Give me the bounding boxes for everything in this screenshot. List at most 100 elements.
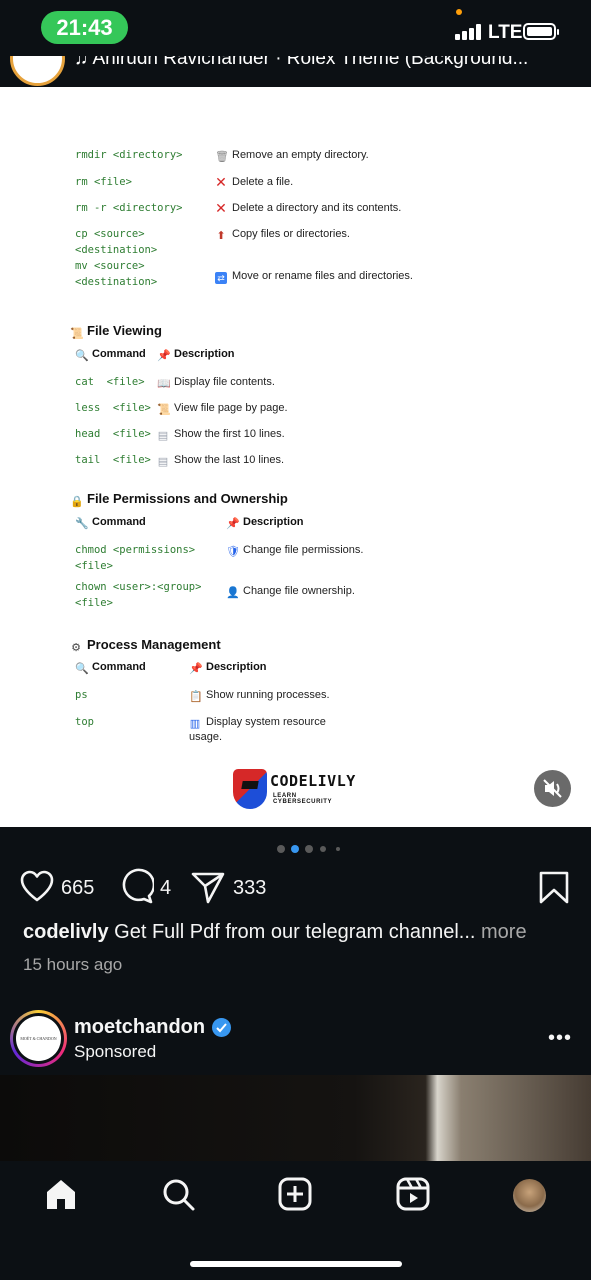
clipboard-icon: 📋 [189,691,203,703]
lock-icon: 🔒 [70,496,84,508]
command-text: chown <user>:<group> <file> [75,581,202,609]
music-track: Anirudh Ravichander · Rolex Theme (Backg… [92,56,529,69]
magnifier-icon: 🔍 [75,350,89,362]
like-count: 665 [61,877,95,899]
command-text: cat <file> [75,376,145,388]
carousel-dot [320,846,326,852]
battery-icon [523,23,559,40]
command-description: Delete a directory and its contents. [232,202,402,214]
command-description: Show the last 10 lines. [174,454,285,466]
wastebasket-icon: 🗑 [215,151,229,163]
command-description: Move or rename files and directories. [232,270,413,282]
post-image[interactable]: rmdir <directory> 🗑 Remove an empty direc… [0,87,591,827]
carousel-dot [305,845,313,853]
network-type: LTE [488,22,523,43]
command-text: mv <source> <destination> [75,260,158,288]
command-description: Show the first 10 lines. [174,428,285,440]
caption-text: Get Full Pdf from our telegram channel..… [114,921,476,943]
book-icon: 📖 [157,378,171,390]
command-description: Display file contents. [174,376,275,388]
app-root: 21:43 LTE ♫ Anirudh Ravichander · Rolex … [0,0,591,1280]
scroll-icon: 📜 [157,404,171,416]
page-icon: ▤ [157,456,169,468]
music-avatar [10,56,65,86]
logo-subtitle: LEARN CYBERSECURITY [273,793,333,805]
wrench-icon: 🔧 [75,518,89,530]
save-button[interactable] [538,866,570,913]
bookmark-icon [539,871,569,904]
status-time: 21:43 [41,11,128,44]
command-text: rm <file> [75,176,132,188]
music-note-icon: ♫ [74,56,93,69]
command-text: chmod <permissions> <file> [75,544,196,572]
home-icon[interactable] [43,1176,79,1212]
column-header-description: Description [174,348,235,360]
privacy-indicator-dot [456,9,462,15]
command-description: Copy files or directories. [232,228,350,240]
command-text: top [75,716,94,728]
story-ring[interactable]: MOËT & CHANDON [10,1010,67,1067]
section-title: Process Management [87,637,221,652]
avatar: MOËT & CHANDON [16,1016,61,1061]
command-description: Change file permissions. [243,544,364,556]
scroll-icon: 📜 [70,328,84,340]
home-indicator[interactable] [190,1261,402,1267]
command-text: rmdir <directory> [75,149,183,161]
command-description: Remove an empty directory. [232,149,369,161]
shield-icon: 🛡 [226,546,240,558]
mute-button[interactable] [534,770,571,807]
more-options-icon[interactable]: ••• [548,1028,572,1048]
gear-icon: ⚙ [71,642,81,654]
music-strip[interactable]: ♫ Anirudh Ravichander · Rolex Theme (Bac… [0,56,591,87]
share-count: 333 [233,877,267,899]
create-post-icon[interactable] [277,1176,313,1212]
command-description-cont: usage. [189,731,223,743]
column-header-command: Command [92,516,146,528]
comment-button[interactable] [118,866,156,913]
sponsored-label: Sponsored [74,1042,157,1061]
column-header-command: Command [92,661,146,673]
command-text: tail <file> [75,454,151,466]
post-caption[interactable]: codelivly Get Full Pdf from our telegram… [23,921,583,944]
like-button[interactable] [20,866,54,913]
user-icon: 👤 [226,587,240,599]
command-text: less <file> [75,402,151,414]
cross-icon: ✕ [215,200,227,216]
codelivly-logo: CODELIVLY LEARN CYBERSECURITY [233,769,356,811]
command-text: rm -r <directory> [75,202,183,214]
caption-more-link[interactable]: more [481,921,527,943]
magnifier-icon: 🔍 [75,663,89,675]
column-header-description: Description [243,516,304,528]
profile-avatar[interactable] [513,1179,546,1212]
pushpin-icon: 📌 [226,518,240,530]
next-post-header: MOËT & CHANDON moetchandon Sponsored ••• [0,1005,591,1075]
command-description: Change file ownership. [243,585,355,597]
pushpin-icon: 📌 [157,350,171,362]
carousel-dot [277,845,285,853]
search-icon[interactable] [160,1176,196,1212]
command-description: Display system resource [206,716,326,728]
signal-icon [455,24,483,40]
shield-logo-icon [233,769,267,809]
command-text: cp <source> <destination> [75,228,158,256]
command-text: head <file> [75,428,151,440]
post-actions: 665 4 333 [0,866,591,910]
command-description: Delete a file. [232,176,294,188]
command-text: ps [75,689,88,701]
cross-icon: ✕ [215,174,227,190]
carousel-dot-active [291,845,299,853]
command-description: Show running processes. [206,689,330,701]
reels-icon[interactable] [395,1176,431,1212]
command-description: View file page by page. [174,402,288,414]
next-post-media[interactable] [0,1075,591,1161]
heart-icon [20,870,54,902]
send-icon [191,872,225,904]
copy-icon: ⬆ [216,230,226,242]
comment-icon [122,868,156,904]
page-icon: ▤ [157,430,169,442]
next-post-username[interactable]: moetchandon [74,1016,205,1039]
logo-word: CODELIVLY [270,772,356,790]
share-button[interactable] [190,866,226,913]
post-timestamp: 15 hours ago [23,955,123,974]
caption-username[interactable]: codelivly [23,921,109,943]
